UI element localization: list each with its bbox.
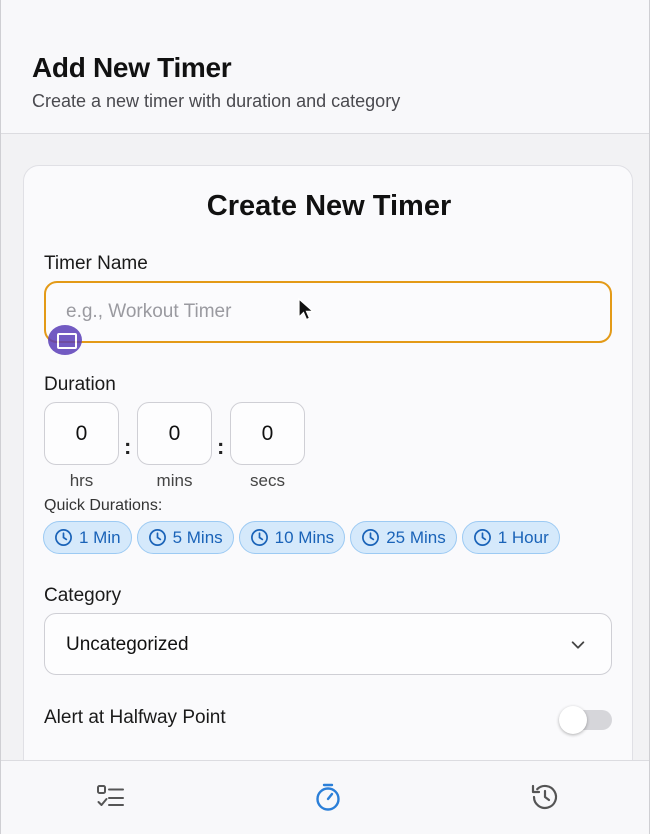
timer-name-input[interactable] <box>44 281 612 343</box>
clock-icon <box>55 529 72 546</box>
quick-duration-5-mins[interactable]: 5 Mins <box>136 521 234 554</box>
page-header: Add New Timer Create a new timer with du… <box>1 0 649 134</box>
bottom-tab-bar <box>1 760 649 834</box>
minutes-unit-label: mins <box>156 471 193 490</box>
chip-label: 10 Mins <box>274 527 335 547</box>
stopwatch-icon[interactable] <box>312 781 344 813</box>
clock-icon <box>362 529 380 546</box>
category-select[interactable]: Uncategorized <box>44 613 612 675</box>
quick-duration-10-mins[interactable]: 10 Mins <box>238 521 346 554</box>
mouse-cursor-icon <box>298 298 314 321</box>
checklist-icon[interactable] <box>95 781 127 813</box>
page-title: Add New Timer <box>32 52 232 83</box>
create-timer-card: Create New Timer Timer Name Duration 0 :… <box>23 165 633 785</box>
halfway-alert-toggle[interactable] <box>559 706 612 734</box>
colon-separator: : <box>124 434 132 459</box>
chevron-down-icon <box>571 641 585 649</box>
chip-label: 5 Mins <box>172 527 223 547</box>
halfway-alert-label: Alert at Halfway Point <box>44 707 226 728</box>
quick-duration-25-mins[interactable]: 25 Mins <box>350 521 457 554</box>
history-icon[interactable] <box>529 781 561 813</box>
chip-label: 1 Min <box>79 527 121 547</box>
quick-duration-chips: 1 Min 5 Mins 10 Mins 25 Mins 1 Hour <box>43 521 560 554</box>
timer-name-label: Timer Name <box>44 253 148 274</box>
chip-label: 25 Mins <box>386 527 446 547</box>
clock-icon <box>148 529 166 546</box>
clock-icon <box>250 529 268 546</box>
quick-duration-1-min[interactable]: 1 Min <box>43 521 132 554</box>
hours-unit-label: hrs <box>69 471 94 490</box>
clock-icon <box>473 529 491 546</box>
category-label: Category <box>44 585 122 606</box>
seconds-input[interactable]: 0 <box>230 402 305 465</box>
toggle-knob <box>559 706 587 734</box>
card-title: Create New Timer <box>206 190 452 222</box>
quick-duration-1-hour[interactable]: 1 Hour <box>461 521 560 554</box>
chip-label: 1 Hour <box>497 527 549 547</box>
colon-separator: : <box>217 434 225 459</box>
app-window: Add New Timer Create a new timer with du… <box>0 0 650 834</box>
duration-label: Duration <box>44 374 116 395</box>
floating-assist-button[interactable] <box>48 325 82 355</box>
minutes-input[interactable]: 0 <box>137 402 212 465</box>
category-selected-value: Uncategorized <box>66 634 189 655</box>
seconds-unit-label: secs <box>250 471 285 490</box>
hours-input[interactable]: 0 <box>44 402 119 465</box>
page-subtitle: Create a new timer with duration and cat… <box>32 91 401 111</box>
quick-durations-label: Quick Durations: <box>44 497 163 514</box>
